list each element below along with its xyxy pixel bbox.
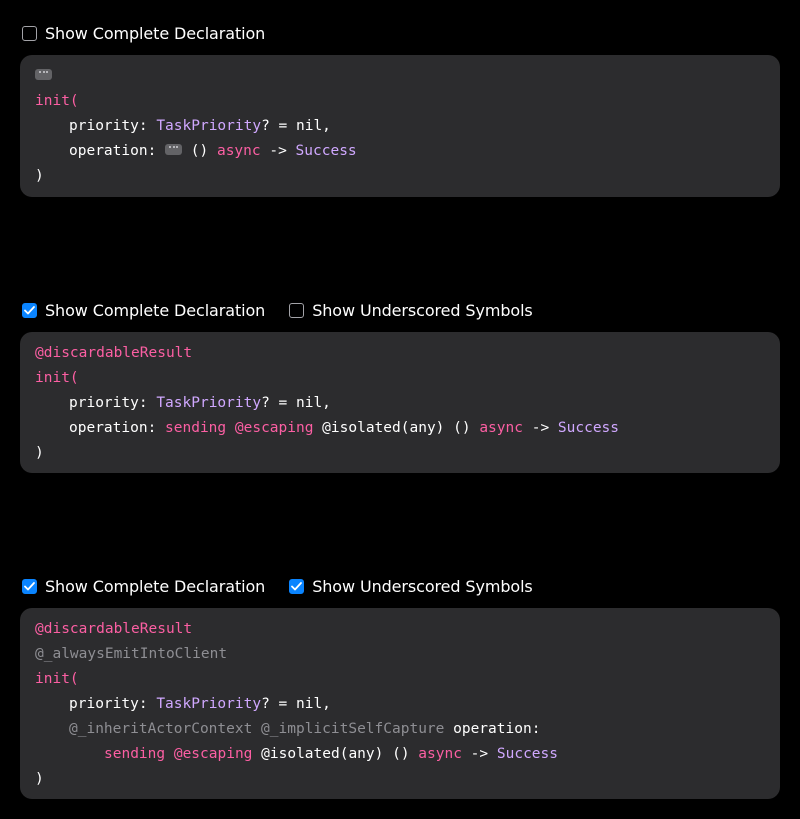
underscored-attribute: @_inheritActorContext @_implicitSelfCapt…	[69, 721, 445, 737]
arrow: ->	[461, 746, 497, 762]
isolated-attribute: @isolated(any) ()	[252, 746, 419, 762]
param-label: operation:	[69, 420, 166, 436]
close-paren: )	[35, 168, 44, 184]
show-complete-declaration-toggle[interactable]: Show Complete Declaration	[22, 24, 265, 43]
param-label: priority:	[69, 395, 157, 411]
arrow: ->	[260, 143, 296, 159]
code-line: sending @escaping @isolated(any) () asyn…	[35, 742, 765, 767]
code-line: @discardableResult	[35, 617, 765, 642]
code-line: @_alwaysEmitIntoClient	[35, 642, 765, 667]
checkbox-checked[interactable]	[289, 578, 305, 594]
type-link[interactable]: Success	[296, 143, 357, 159]
close-paren: )	[35, 445, 44, 461]
init-keyword: init(	[35, 370, 79, 386]
toggle-label: Show Underscored Symbols	[312, 576, 533, 596]
attribute: @discardableResult	[35, 345, 193, 361]
param-label: operation:	[69, 143, 166, 159]
async-keyword: async	[216, 143, 261, 159]
panel2-toggles: Show Complete Declaration Show Underscor…	[22, 299, 557, 321]
checkmark-icon	[291, 581, 303, 590]
param-label: priority:	[69, 696, 157, 712]
checkbox-unchecked[interactable]	[22, 25, 37, 41]
async-keyword: async	[479, 420, 523, 436]
escaping-attribute: @escaping	[234, 420, 314, 436]
declaration-code-block: @discardableResult init( priority: TaskP…	[20, 332, 780, 473]
type-link[interactable]: TaskPriority	[156, 395, 261, 411]
init-keyword: init(	[35, 671, 79, 687]
code-line: init(	[35, 366, 765, 391]
async-keyword: async	[418, 746, 462, 762]
sending-keyword: sending	[165, 420, 227, 436]
ellipsis-icon[interactable]	[165, 143, 183, 155]
ellipsis-icon[interactable]	[35, 68, 52, 80]
show-underscored-symbols-toggle[interactable]: Show Underscored Symbols	[289, 576, 533, 596]
code-line: priority: TaskPriority? = nil,	[35, 114, 765, 139]
toggle-label: Show Complete Declaration	[45, 23, 266, 43]
show-complete-declaration-toggle[interactable]: Show Complete Declaration	[22, 301, 265, 320]
underscored-attribute: @_alwaysEmitIntoClient	[35, 646, 228, 662]
parens: ()	[190, 143, 217, 159]
param-label: priority:	[69, 118, 157, 134]
code-line: init(	[35, 667, 765, 692]
declaration-code-block: @discardableResult @_alwaysEmitIntoClien…	[20, 608, 780, 799]
toggle-label: Show Complete Declaration	[45, 300, 266, 320]
code-line: )	[35, 441, 765, 466]
show-underscored-symbols-toggle[interactable]: Show Underscored Symbols	[289, 300, 533, 320]
sending-keyword: sending	[104, 746, 166, 762]
checkmark-icon	[24, 305, 35, 314]
type-link[interactable]: Success	[497, 746, 558, 762]
declaration-code-block: init( priority: TaskPriority? = nil, ope…	[20, 55, 780, 197]
default-value: ? = nil,	[261, 696, 331, 712]
code-line: )	[35, 767, 765, 792]
type-link[interactable]: Success	[558, 420, 619, 436]
arrow: ->	[522, 420, 558, 436]
show-complete-declaration-toggle[interactable]: Show Complete Declaration	[22, 577, 265, 596]
code-line: priority: TaskPriority? = nil,	[35, 391, 765, 416]
code-line: init(	[35, 89, 765, 114]
checkbox-unchecked[interactable]	[289, 302, 305, 318]
checkmark-icon	[24, 581, 35, 590]
attribute: @discardableResult	[35, 621, 193, 637]
code-line: operation: sending @escaping @isolated(a…	[35, 416, 765, 441]
escaping-attribute: @escaping	[173, 746, 253, 762]
code-line: @discardableResult	[35, 341, 765, 366]
default-value: ? = nil,	[261, 118, 331, 134]
toggle-label: Show Complete Declaration	[45, 576, 266, 596]
code-line	[35, 64, 765, 89]
default-value: ? = nil,	[261, 395, 331, 411]
checkbox-checked[interactable]	[22, 302, 37, 318]
param-label: operation:	[444, 721, 541, 737]
type-link[interactable]: TaskPriority	[156, 118, 261, 134]
code-line: operation: () async -> Success	[35, 139, 765, 164]
close-paren: )	[35, 771, 44, 787]
toggle-label: Show Underscored Symbols	[312, 300, 533, 320]
isolated-attribute: @isolated(any) ()	[313, 420, 480, 436]
code-line: )	[35, 164, 765, 189]
panel1-toggles: Show Complete Declaration	[22, 22, 289, 44]
code-line: priority: TaskPriority? = nil,	[35, 692, 765, 717]
panel3-toggles: Show Complete Declaration Show Underscor…	[22, 575, 557, 597]
code-line: @_inheritActorContext @_implicitSelfCapt…	[35, 717, 765, 742]
checkbox-checked[interactable]	[22, 578, 37, 594]
type-link[interactable]: TaskPriority	[156, 696, 261, 712]
init-keyword: init(	[35, 93, 79, 109]
